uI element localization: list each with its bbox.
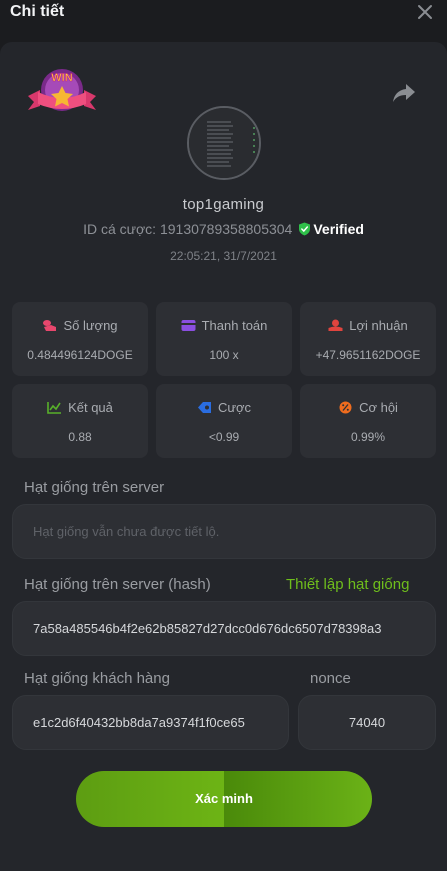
verified-label: Verified	[313, 221, 364, 237]
close-icon[interactable]	[415, 2, 435, 22]
client-seed-field[interactable]: e1c2d6f40432bb8da7a9374f1f0ce65	[12, 695, 289, 750]
server-hash-label: Hạt giống trên server (hash)	[24, 576, 211, 593]
stat-card-bet: Cược <0.99	[156, 384, 292, 458]
server-seed-label: Hạt giống trên server	[24, 479, 165, 496]
server-seed-field[interactable]: Hạt giống vẫn chưa được tiết lộ.	[12, 504, 436, 559]
top-bar: Chi tiết	[0, 0, 447, 42]
stat-value: <0.99	[208, 430, 240, 444]
stat-value: +47.9651162DOGE	[315, 348, 421, 362]
stat-value: 100 x	[209, 348, 239, 362]
server-seed-placeholder: Hạt giống vẫn chưa được tiết lộ.	[33, 524, 220, 539]
bet-id-label: ID cá cược:	[83, 221, 157, 237]
stat-label: Thanh toán	[201, 318, 268, 333]
nonce-value: 74040	[348, 715, 386, 730]
avatar	[187, 106, 261, 180]
stat-card-profit: Lợi nhuận +47.9651162DOGE	[300, 302, 436, 376]
stat-label: Kết quả	[68, 400, 113, 415]
share-icon[interactable]	[392, 82, 416, 104]
percent-icon	[339, 401, 352, 414]
server-hash-value: 7a58a485546b4f2e62b85827d27dcc0d676dc650…	[33, 621, 382, 636]
stat-value: 0.99%	[350, 430, 386, 444]
client-seed-value: e1c2d6f40432bb8da7a9374f1f0ce65	[33, 715, 245, 730]
stat-label: Cược	[217, 400, 252, 415]
verified-shield-icon	[299, 222, 311, 236]
win-badge-icon: WIN	[28, 69, 96, 111]
card-icon	[181, 320, 196, 331]
stat-value: 0.88	[68, 430, 92, 444]
stat-label: Cơ hội	[359, 400, 398, 415]
bet-timestamp: 22:05:21, 31/7/2021	[170, 249, 277, 263]
chart-icon	[47, 402, 62, 414]
bet-id-row: ID cá cược: 1913078935880530​4 Verified	[0, 221, 447, 237]
stat-card-chance: Cơ hội 0.99%	[300, 384, 436, 458]
stat-value: 0.484496124DOGE	[27, 348, 133, 362]
page-title: Chi tiết	[10, 3, 65, 20]
bet-id-value: 1913078935880530​4	[159, 221, 293, 237]
set-seed-link[interactable]: Thiết lập hạt giống	[286, 576, 409, 593]
nonce-field[interactable]: 74040	[298, 695, 436, 750]
coins-icon	[43, 320, 57, 331]
profit-icon	[328, 319, 343, 331]
verify-button[interactable]: Xác minh	[76, 771, 372, 827]
stat-card-payout: Thanh toán 100 x	[156, 302, 292, 376]
stat-label: Số lượng	[63, 318, 118, 333]
stat-card-amount: Số lượng 0.484496124DOGE	[12, 302, 148, 376]
tag-icon	[197, 402, 211, 413]
svg-text:WIN: WIN	[51, 72, 72, 84]
username: top1gaming	[182, 196, 265, 213]
server-hash-field[interactable]: 7a58a485546b4f2e62b85827d27dcc0d676dc650…	[12, 601, 436, 656]
stat-card-result: Kết quả 0.88	[12, 384, 148, 458]
nonce-label: nonce	[310, 670, 351, 687]
client-seed-label: Hạt giống khách hàng	[24, 670, 170, 687]
stat-label: Lợi nhuận	[349, 318, 408, 333]
